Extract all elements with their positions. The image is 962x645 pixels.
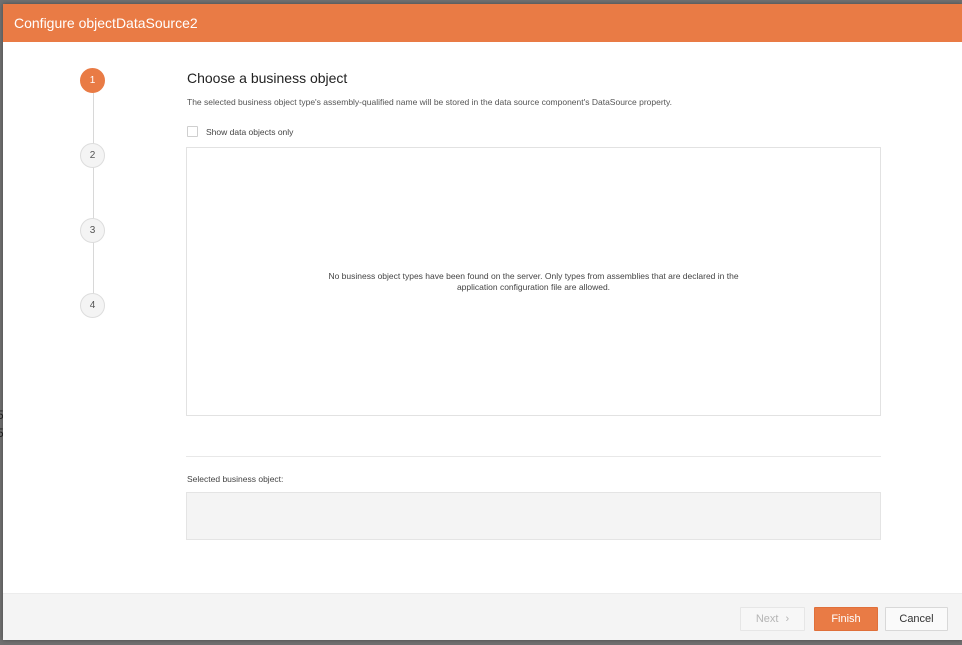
step-3[interactable]: 3 bbox=[80, 218, 105, 243]
step-1[interactable]: 1 bbox=[80, 68, 105, 93]
page-description: The selected business object type's asse… bbox=[187, 97, 673, 107]
dialog-titlebar: Configure objectDataSource2 bbox=[3, 4, 962, 42]
configure-data-source-dialog: Configure objectDataSource2 1 2 3 4 Choo… bbox=[3, 4, 962, 640]
business-object-list[interactable]: No business object types have been found… bbox=[186, 147, 881, 416]
empty-list-message: No business object types have been found… bbox=[328, 270, 739, 292]
selected-object-field bbox=[186, 492, 881, 540]
step-number: 4 bbox=[89, 300, 96, 311]
show-data-objects-toggle[interactable]: Show data objects only bbox=[187, 126, 293, 137]
cancel-button[interactable]: Cancel bbox=[885, 607, 948, 631]
step-number: 3 bbox=[89, 225, 96, 236]
section-divider bbox=[186, 456, 881, 457]
show-data-objects-label: Show data objects only bbox=[206, 126, 294, 137]
next-label: Next bbox=[755, 613, 779, 625]
finish-label: Finish bbox=[831, 613, 861, 625]
step-2[interactable]: 2 bbox=[80, 143, 105, 168]
stepper-line bbox=[93, 80, 94, 305]
step-number: 2 bbox=[89, 150, 96, 161]
finish-button[interactable]: Finish bbox=[814, 607, 878, 631]
selected-object-label: Selected business object: bbox=[187, 474, 284, 484]
dialog-title: Configure objectDataSource2 bbox=[14, 15, 198, 31]
step-4[interactable]: 4 bbox=[80, 293, 105, 318]
cancel-label: Cancel bbox=[899, 613, 934, 625]
step-number: 1 bbox=[89, 75, 96, 86]
next-button[interactable]: Next › bbox=[740, 607, 805, 631]
wizard-stepper: 1 2 3 4 bbox=[80, 68, 106, 318]
show-data-objects-checkbox[interactable] bbox=[187, 126, 198, 137]
chevron-right-icon: › bbox=[785, 613, 790, 625]
page-heading: Choose a business object bbox=[187, 70, 348, 86]
dialog-footer: Next › Finish Cancel bbox=[3, 593, 962, 640]
